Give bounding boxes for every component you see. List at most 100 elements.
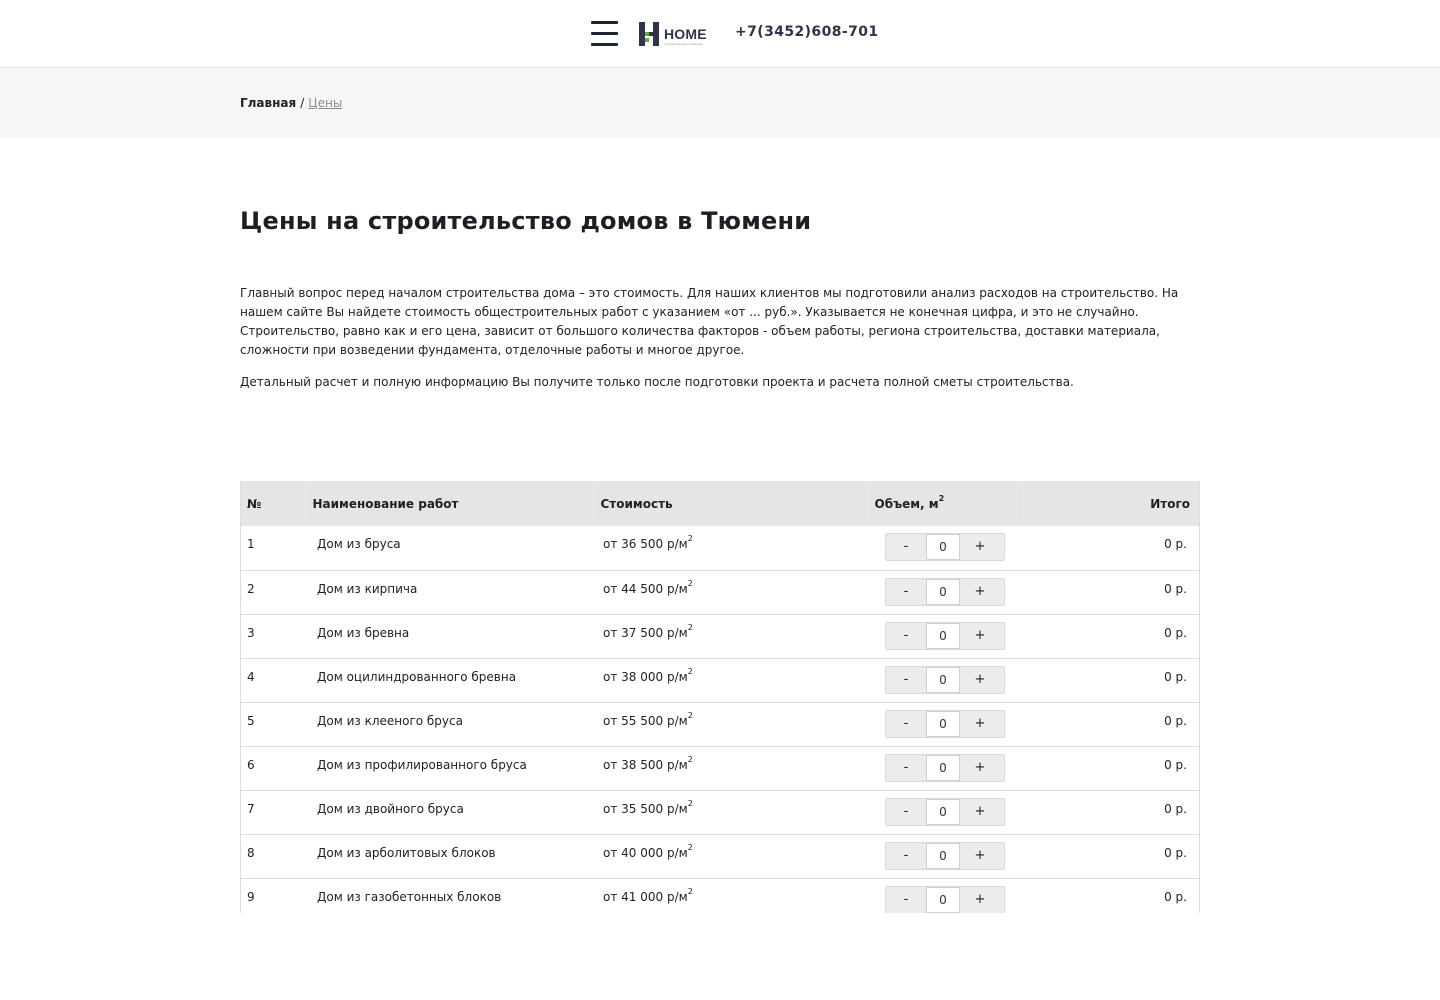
row-name: Дом из арболитовых блоков [317,845,496,860]
decrease-button[interactable]: - [886,534,926,560]
breadcrumb-home-link[interactable]: Главная [240,96,296,110]
row-name: Дом из профилированного бруса [317,757,527,772]
row-price-value: от 38 500 [603,757,664,772]
intro-paragraph: Главный вопрос перед началом строительст… [240,286,1179,357]
row-price-unit-sup: 2 [687,710,693,720]
quantity-stepper: -+ [885,577,1005,606]
decrease-button[interactable]: - [886,623,926,649]
increase-button[interactable]: + [960,667,1000,693]
quantity-input[interactable] [926,886,960,913]
quantity-input[interactable] [926,754,960,781]
header-num: № [241,481,307,526]
decrease-button[interactable]: - [886,711,926,737]
increase-button[interactable]: + [960,887,1000,913]
quantity-input[interactable] [926,534,960,560]
table-body: 1Дом из брусаот 36 500 р/м2-+0 р.2Дом из… [241,526,1199,913]
increase-button[interactable]: + [960,843,1000,869]
row-num: 6 [247,757,255,772]
quantity-input[interactable] [926,798,960,825]
row-total: 0 р. [1164,669,1187,684]
row-total: 0 р. [1164,625,1187,640]
row-volume: -+ [868,878,1022,913]
increase-button[interactable]: + [960,579,1000,605]
table-row: 5Дом из клееного брусаот 55 500 р/м2-+0 … [241,702,1199,746]
row-price-unit-sup: 2 [687,534,693,543]
row-price: от 36 500 р/м2 [594,526,868,570]
decrease-button[interactable]: - [886,887,926,913]
quantity-input[interactable] [926,710,960,737]
breadcrumb-separator: / [300,96,305,110]
increase-button[interactable]: + [960,711,1000,737]
row-price: от 38 000 р/м2 [594,658,868,702]
row-price-unit: р/м [666,537,688,551]
burger-line [591,43,618,46]
table-row: 1Дом из брусаот 36 500 р/м2-+0 р. [241,526,1199,570]
breadcrumb: Главная / Цены [240,96,342,110]
row-price-value: от 44 500 [603,581,664,596]
row-price-unit-sup: 2 [687,886,693,896]
quantity-input[interactable] [926,666,960,693]
row-name: Дом из двойного бруса [317,801,464,816]
row-price-unit-sup: 2 [687,754,693,764]
row-price-unit-sup: 2 [687,622,693,632]
decrease-button[interactable]: - [886,579,926,605]
breadcrumb-band: Главная / Цены [0,68,1440,138]
row-price-value: от 37 500 [603,625,664,640]
increase-button[interactable]: + [960,755,1000,781]
row-price: от 35 500 р/м2 [594,790,868,834]
quantity-input[interactable] [926,578,960,605]
increase-button[interactable]: + [960,623,1000,649]
decrease-button[interactable]: - [886,799,926,825]
logo-text: HOME строительная компания [664,22,707,46]
decrease-button[interactable]: - [886,755,926,781]
burger-line [591,21,618,24]
increase-button[interactable]: + [960,799,1000,825]
increase-button[interactable]: + [960,534,1000,560]
row-total: 0 р. [1164,889,1187,904]
row-price-unit-sup: 2 [687,798,693,808]
row-name: Дом из бревна [317,625,410,640]
quantity-input[interactable] [926,842,960,869]
row-volume: -+ [868,570,1022,614]
row-volume: -+ [868,614,1022,658]
table-row: 4 Дом оцилиндрованного бревна от 38 000 р/… [241,658,1199,702]
row-total: 0 р. [1164,757,1187,772]
header-total: Итого [1150,496,1190,511]
row-volume: -+ [868,746,1022,790]
quantity-stepper: -+ [885,841,1005,870]
breadcrumb-current-link[interactable]: Цены [308,96,342,110]
table-header-row: № Наименование работ Стоимость Объем, м2… [241,481,1199,526]
table-row: 8 Дом из арболитовых блоков от 40 000 р/м2… [241,834,1199,878]
quantity-stepper: -+ [885,753,1005,782]
phone-link[interactable]: +7(3452)608-701 [735,24,879,40]
decrease-button[interactable]: - [886,667,926,693]
decrease-button[interactable]: - [886,843,926,869]
row-num: 7 [247,801,255,816]
row-num: 5 [247,713,255,728]
row-volume: -+ [868,834,1022,878]
price-table-container: № Наименование работ Стоимость Объем, м2… [240,481,1200,913]
quantity-stepper: -+ [885,621,1005,650]
site-logo[interactable]: HOME строительная компания [639,22,709,48]
row-total: 0 р. [1164,537,1187,551]
row-price-unit: р/м [666,625,688,640]
burger-line [591,32,618,35]
page-title: Цены на строительство домов в Тюмени [240,207,812,235]
row-total: 0 р. [1164,713,1187,728]
table-row: 3Дом из бревнаот 37 500 р/м2-+0 р. [241,614,1199,658]
row-name: Дом из бруса [317,537,401,551]
menu-burger-icon[interactable] [591,21,618,47]
header-volume: Объем, м2 [868,481,1023,526]
quantity-input[interactable] [926,622,960,649]
site-header: HOME строительная компания +7(3452)608-7… [0,0,1440,68]
header-volume-sup: 2 [938,493,945,503]
row-num: 8 [247,845,255,860]
row-price-value: от 40 000 [603,845,664,860]
quantity-stepper: -+ [885,533,1005,561]
row-price-value: от 36 500 [603,537,664,551]
quantity-stepper: -+ [885,797,1005,826]
row-total: 0 р. [1164,581,1187,596]
row-total: 0 р. [1164,801,1187,816]
row-price-value: от 35 500 [603,801,664,816]
row-price: от 55 500 р/м2 [594,702,868,746]
